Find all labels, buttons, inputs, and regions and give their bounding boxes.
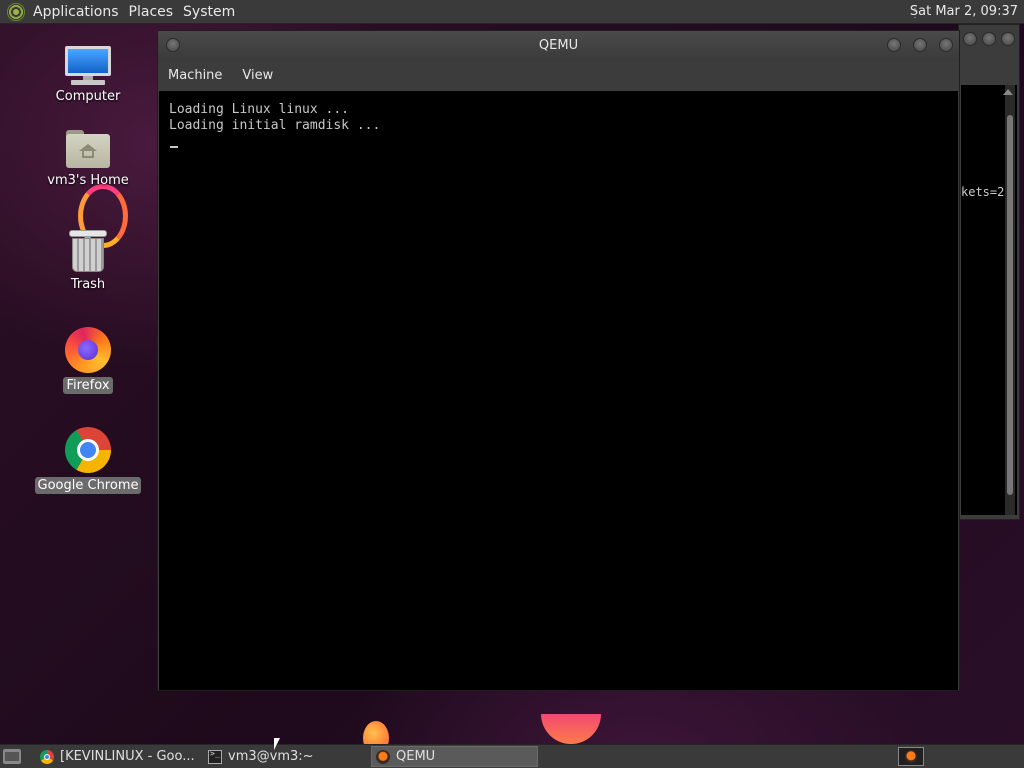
- maximize-button[interactable]: [982, 32, 996, 46]
- vm-console[interactable]: Loading Linux linux ... Loading initial …: [159, 91, 958, 690]
- top-panel: Applications Places System Sat Mar 2, 09…: [0, 0, 1024, 24]
- minimize-button[interactable]: [963, 32, 977, 46]
- desktop-icon-label: Trash: [70, 277, 106, 292]
- close-button[interactable]: [1001, 32, 1015, 46]
- tray-qemu-icon[interactable]: [898, 747, 924, 766]
- desktop-icon-label: Google Chrome: [34, 477, 142, 494]
- desktop-icon-label: Firefox: [63, 377, 113, 394]
- console-line: Loading Linux linux ...: [169, 102, 350, 117]
- trash-icon: [69, 230, 107, 272]
- console-line: Loading initial ramdisk ...: [169, 118, 381, 133]
- scrollbar[interactable]: [1005, 85, 1015, 515]
- close-button[interactable]: [939, 38, 953, 52]
- firefox-icon: [65, 327, 111, 373]
- show-desktop-icon[interactable]: [3, 749, 21, 764]
- desktop-icon-label: vm3's Home: [47, 173, 129, 188]
- taskbar-item-label: QEMU: [396, 749, 436, 764]
- maximize-button[interactable]: [913, 38, 927, 52]
- wallpaper-half-shape: [541, 714, 601, 744]
- terminal-icon: [208, 749, 222, 764]
- menu-view[interactable]: View: [232, 68, 283, 83]
- desktop-icon-firefox[interactable]: Firefox: [33, 327, 143, 394]
- background-terminal-window[interactable]: kets=2: [958, 24, 1020, 520]
- desktop-icon-home[interactable]: vm3's Home: [33, 130, 143, 189]
- menu-places[interactable]: Places: [127, 4, 182, 20]
- window-controls: [887, 38, 953, 52]
- minimize-button[interactable]: [887, 38, 901, 52]
- taskbar-item-label: [KEVINLINUX - Goo...: [60, 749, 195, 764]
- chrome-icon: [65, 427, 111, 473]
- window-title: QEMU: [538, 38, 579, 53]
- desktop-icon-chrome[interactable]: Google Chrome: [33, 427, 143, 494]
- mouse-pointer-icon: [274, 738, 280, 750]
- window-controls: [963, 32, 1015, 46]
- desktop-icon-computer[interactable]: Computer: [33, 46, 143, 105]
- taskbar-item-label: vm3@vm3:~: [228, 749, 314, 764]
- menu-applications[interactable]: Applications: [31, 4, 127, 20]
- menu-system[interactable]: System: [181, 4, 243, 20]
- menu-machine[interactable]: Machine: [158, 68, 232, 83]
- scroll-up-arrow-icon[interactable]: [1003, 89, 1013, 95]
- qemu-icon: [376, 749, 390, 764]
- menubar: Machine View: [158, 61, 959, 89]
- computer-icon: [65, 46, 111, 85]
- clock[interactable]: Sat Mar 2, 09:37: [910, 4, 1018, 19]
- window-titlebar[interactable]: QEMU: [158, 31, 959, 61]
- console-cursor: [170, 146, 178, 148]
- bottom-panel: [KEVINLINUX - Goo... vm3@vm3:~ QEMU: [0, 744, 1024, 768]
- taskbar-item-chrome[interactable]: [KEVINLINUX - Goo...: [36, 746, 200, 767]
- desktop-icon-trash[interactable]: Trash: [33, 230, 143, 293]
- terminal-text: kets=2: [961, 185, 1005, 199]
- distro-logo-icon[interactable]: [7, 2, 25, 21]
- taskbar-item-terminal[interactable]: vm3@vm3:~: [204, 746, 368, 767]
- chrome-icon: [40, 749, 54, 764]
- desktop-icon-label: Computer: [55, 89, 121, 104]
- taskbar-item-qemu[interactable]: QEMU: [371, 746, 538, 767]
- qemu-window[interactable]: QEMU Machine View Loading Linux linux ..…: [157, 30, 960, 691]
- home-folder-icon: [66, 130, 110, 168]
